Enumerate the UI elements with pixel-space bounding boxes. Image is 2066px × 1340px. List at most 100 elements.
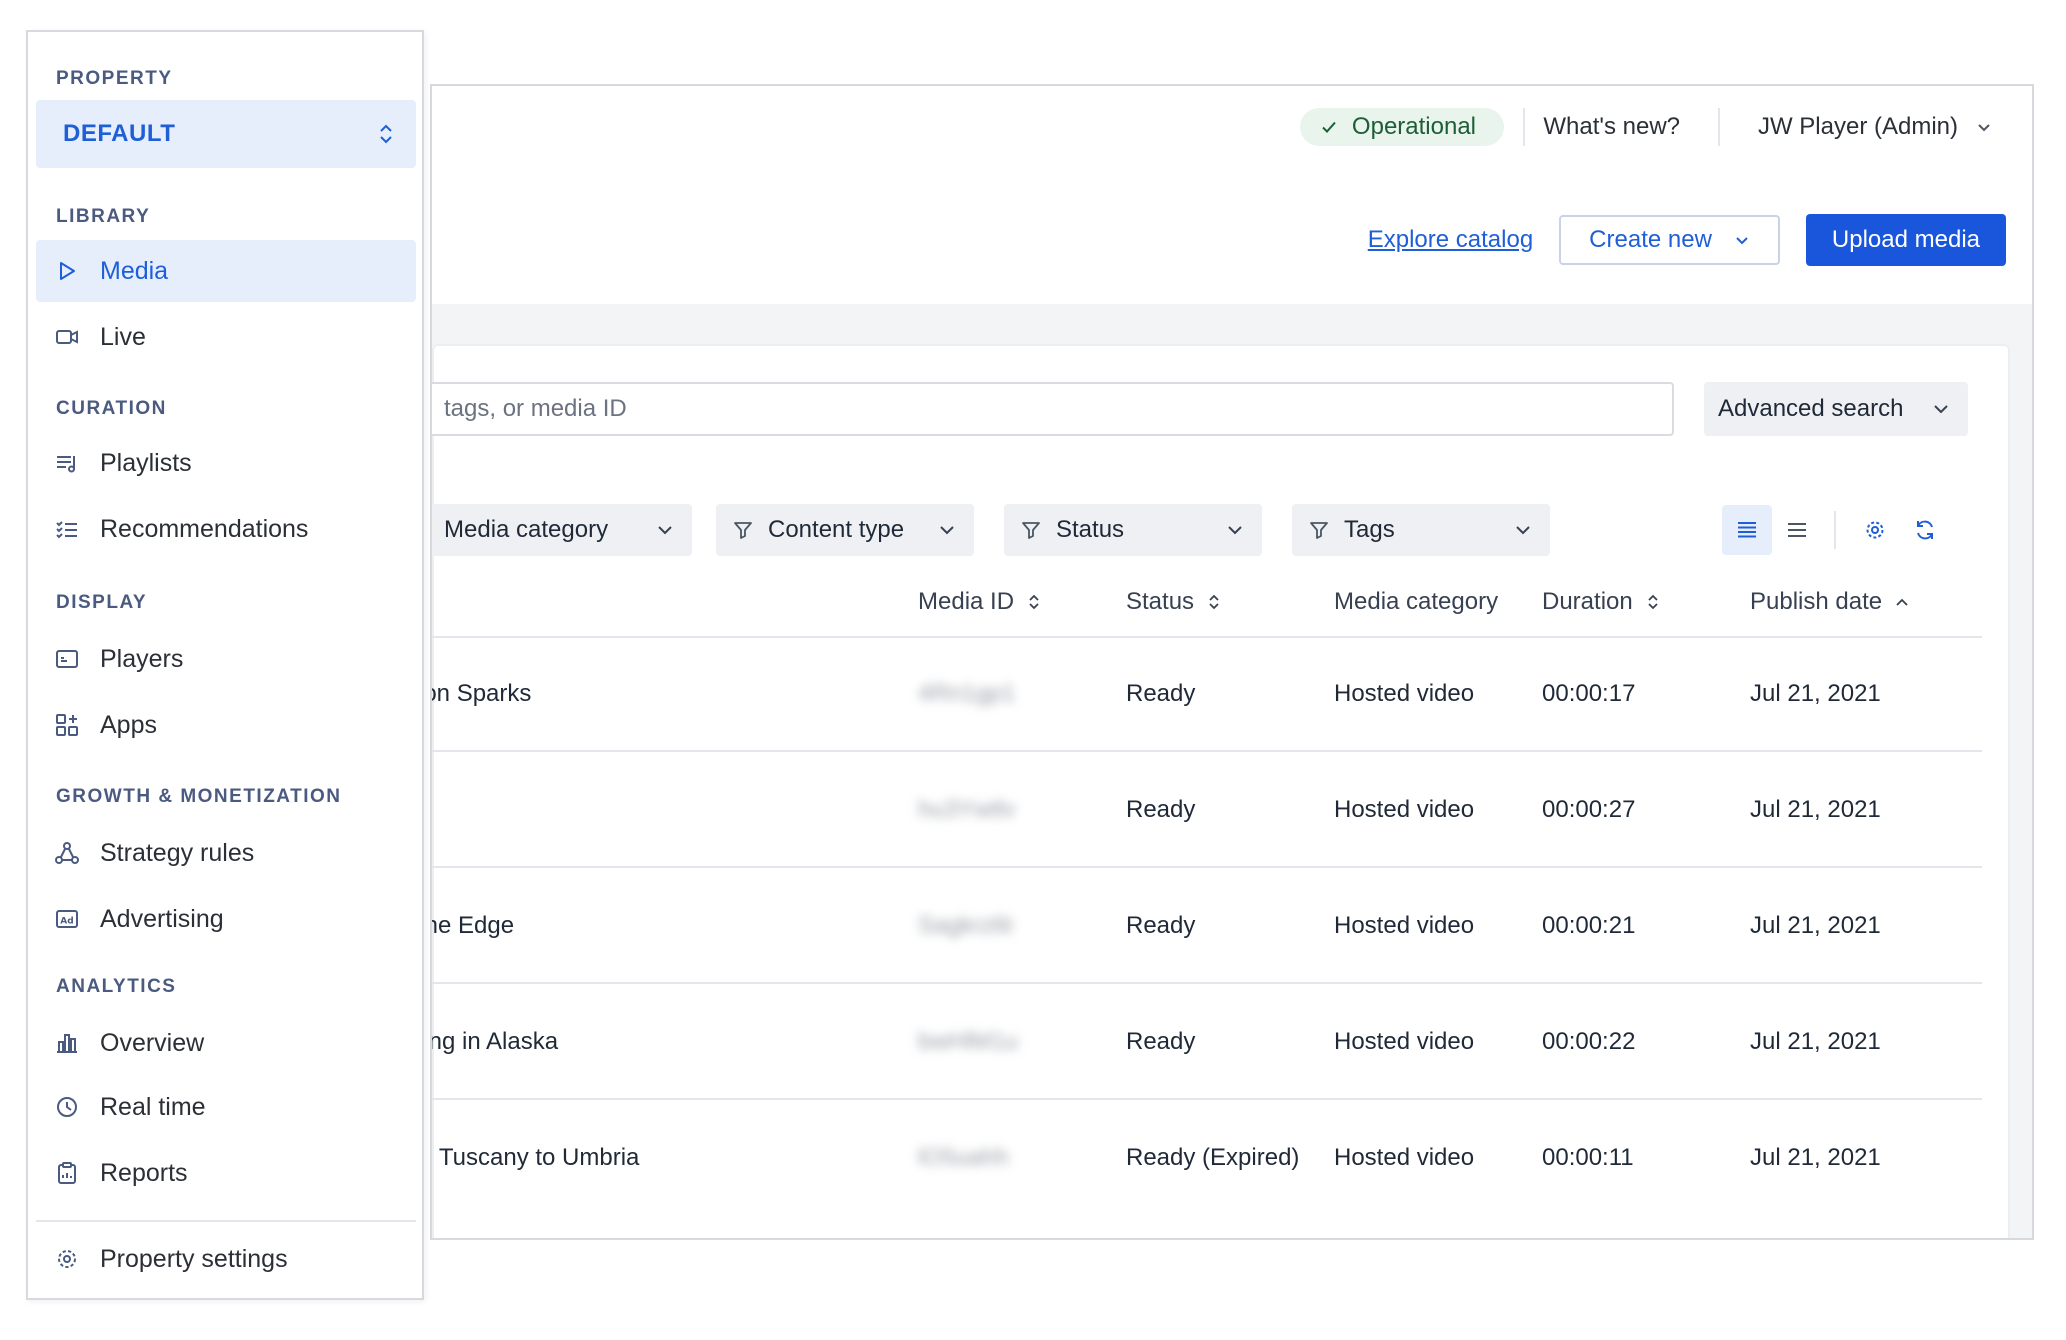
sidebar-item-players[interactable]: Players xyxy=(36,628,416,690)
column-duration[interactable]: Duration xyxy=(1542,588,1661,616)
sidebar-item-reports[interactable]: Reports xyxy=(36,1142,416,1204)
whats-new-link[interactable]: What's new? xyxy=(1523,108,1680,146)
page-actions: Explore catalog Create new Upload media xyxy=(1368,214,2006,266)
filter-icon xyxy=(1022,522,1040,539)
media-title[interactable]: o xyxy=(430,796,431,824)
sidebar-item-label: Media xyxy=(100,256,169,285)
sidebar-item-recommendations[interactable]: Recommendations xyxy=(36,498,416,560)
media-title[interactable]: ion Sparks xyxy=(432,680,531,708)
chevron-down-icon xyxy=(1934,405,1948,414)
filter-tags[interactable]: Tags xyxy=(1292,504,1550,556)
media-publish-date: Jul 21, 2021 xyxy=(1750,1144,1881,1171)
media-id: bwHlM1u xyxy=(918,1028,1019,1055)
account-name: JW Player (Admin) xyxy=(1757,113,1958,140)
media-category: Hosted video xyxy=(1334,1028,1475,1055)
sidebar-item-playlists[interactable]: Playlists xyxy=(36,432,416,494)
sidebar: PROPERTY DEFAULT LIBRARY Media Live CURA… xyxy=(26,30,424,1300)
sidebar-item-overview[interactable]: Overview xyxy=(36,1012,416,1074)
operational-status-badge[interactable]: Operational xyxy=(1299,108,1504,146)
column-media-category: Media category xyxy=(1334,588,1498,616)
explore-catalog-link[interactable]: Explore catalog xyxy=(1368,226,1533,254)
media-status: Ready xyxy=(1126,680,1196,707)
filter-content-type[interactable]: Content type xyxy=(716,504,974,556)
media-publish-date: Jul 21, 2021 xyxy=(1750,1028,1881,1055)
gear-icon xyxy=(1866,521,1884,539)
sort-ascending-icon xyxy=(1896,598,1908,606)
list-compact-icon xyxy=(1788,523,1806,537)
media-title[interactable]: the Edge xyxy=(432,912,514,940)
filter-label: Content type xyxy=(768,516,905,543)
table-row[interactable]: ling in Alaska bwHlM1u Ready Hosted vide… xyxy=(432,986,1982,1100)
table-row[interactable]: r: Tuscany to Umbria lO5uahh Ready (Expi… xyxy=(432,1102,1982,1216)
chevron-updown-icon xyxy=(380,124,392,144)
media-status: Ready (Expired) xyxy=(1126,1144,1300,1171)
table-row[interactable]: the Edge Sagkrz6t Ready Hosted video 00:… xyxy=(432,870,1982,984)
media-duration: 00:00:22 xyxy=(1542,1028,1636,1055)
chevron-down-icon xyxy=(1736,237,1748,245)
media-category: Hosted video xyxy=(1334,680,1475,707)
sidebar-item-label: Live xyxy=(100,322,146,351)
upload-media-button[interactable]: Upload media xyxy=(1805,214,2006,266)
sidebar-item-strategy-rules[interactable]: Strategy rules xyxy=(36,822,416,884)
sidebar-item-real-time[interactable]: Real time xyxy=(36,1076,416,1138)
sort-icon xyxy=(1648,594,1658,610)
check-icon xyxy=(1322,121,1336,133)
column-media-id[interactable]: Media ID xyxy=(918,588,1042,616)
column-label: Status xyxy=(1126,588,1195,615)
bar-chart-icon xyxy=(57,1034,77,1053)
sidebar-item-property-settings[interactable]: Property settings xyxy=(36,1228,416,1290)
create-new-button[interactable]: Create new xyxy=(1559,215,1780,265)
table-header: Media ID Status Media category Duration … xyxy=(432,580,1982,638)
section-title-analytics: ANALYTICS xyxy=(56,976,177,997)
filter-icon xyxy=(734,522,752,539)
advanced-search-button[interactable]: Advanced search xyxy=(1704,382,1968,436)
toolbar-divider xyxy=(1834,511,1836,549)
section-title-library: LIBRARY xyxy=(56,206,151,227)
sidebar-item-advertising[interactable]: Ad Advertising xyxy=(36,888,416,950)
media-title[interactable]: ling in Alaska xyxy=(432,1028,558,1056)
svg-text:Ad: Ad xyxy=(60,917,73,927)
filter-label: Status xyxy=(1056,516,1125,543)
sidebar-item-label: Players xyxy=(100,644,184,673)
filter-label: Media category xyxy=(444,516,609,543)
media-category: Hosted video xyxy=(1334,1144,1475,1171)
sidebar-item-live[interactable]: Live xyxy=(36,306,416,368)
list-detailed-icon xyxy=(1738,522,1756,538)
sidebar-item-label: Real time xyxy=(100,1092,206,1121)
media-duration: 00:00:17 xyxy=(1542,680,1636,707)
clock-icon xyxy=(57,1097,77,1117)
search-input[interactable]: tags, or media ID xyxy=(432,382,1674,436)
column-publish-date[interactable]: Publish date xyxy=(1750,588,1910,616)
sort-icon xyxy=(1209,594,1219,610)
clipboard-icon xyxy=(58,1162,76,1184)
column-label: Media category xyxy=(1334,588,1499,615)
sidebar-item-apps[interactable]: Apps xyxy=(36,694,416,756)
section-title-curation: CURATION xyxy=(56,398,167,419)
filter-status[interactable]: Status xyxy=(1004,504,1262,556)
sidebar-item-media[interactable]: Media xyxy=(36,240,416,302)
property-select[interactable]: DEFAULT xyxy=(36,100,416,168)
media-publish-date: Jul 21, 2021 xyxy=(1750,796,1881,823)
column-status[interactable]: Status xyxy=(1126,588,1222,616)
account-menu[interactable]: JW Player (Admin) xyxy=(1717,108,1992,146)
media-category: Hosted video xyxy=(1334,796,1475,823)
refresh-button[interactable] xyxy=(1900,505,1950,555)
filter-media-category[interactable]: Media category xyxy=(432,504,692,556)
ad-icon: Ad xyxy=(56,910,78,928)
table-row[interactable]: o hu3Ywtlv Ready Hosted video 00:00:27 J… xyxy=(432,754,1982,868)
sidebar-item-label: Property settings xyxy=(100,1244,288,1273)
table-settings-button[interactable] xyxy=(1850,505,1900,555)
compact-list-view-button[interactable] xyxy=(1772,505,1822,555)
refresh-icon xyxy=(1917,520,1933,540)
media-duration: 00:00:27 xyxy=(1542,796,1636,823)
media-status: Ready xyxy=(1126,1028,1196,1055)
sidebar-item-label: Advertising xyxy=(100,904,224,933)
sort-icon xyxy=(1029,594,1039,610)
table-row[interactable]: ion Sparks 4Rn1gp1 Ready Hosted video 00… xyxy=(432,638,1982,752)
media-category: Hosted video xyxy=(1334,912,1475,939)
column-label: Media ID xyxy=(918,588,1015,615)
filter-icon xyxy=(1310,522,1328,539)
section-title-property: PROPERTY xyxy=(56,68,173,89)
media-title[interactable]: r: Tuscany to Umbria xyxy=(432,1144,639,1172)
detailed-list-view-button[interactable] xyxy=(1722,505,1772,555)
